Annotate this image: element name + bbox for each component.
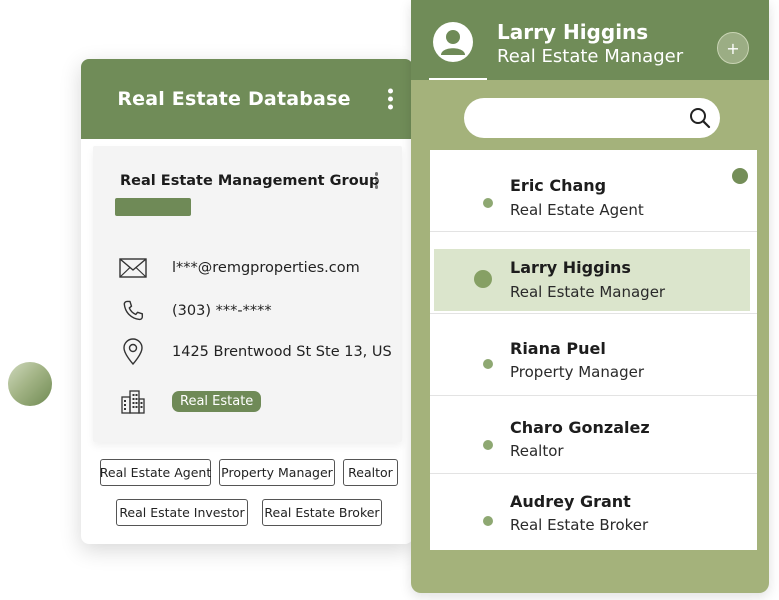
contact-role: Real Estate Manager (510, 283, 666, 301)
contact-item-eric-chang[interactable]: Eric Chang Real Estate Agent (430, 150, 757, 230)
contact-role: Real Estate Broker (510, 516, 649, 534)
contact-name: Larry Higgins (510, 258, 631, 277)
kebab-menu-icon[interactable] (388, 88, 393, 110)
address-row: 1425 Brentwood St Ste 13, US (119, 338, 392, 366)
search-input[interactable] (464, 98, 680, 138)
category-badge[interactable]: Real Estate (172, 391, 262, 412)
company-kebab-menu-icon[interactable] (374, 172, 378, 189)
plus-icon: + (726, 38, 740, 58)
contact-role: Property Manager (510, 363, 644, 381)
mail-icon (119, 254, 147, 282)
panel-header: Larry Higgins Real Estate Manager + (411, 0, 769, 80)
search-icon[interactable] (680, 98, 720, 138)
contact-status-dot (483, 198, 493, 208)
location-pin-icon (119, 338, 147, 366)
contact-status-dot (474, 270, 492, 288)
building-icon (119, 388, 147, 416)
contact-role: Realtor (510, 442, 564, 460)
email-text: l***@remgproperties.com (172, 260, 360, 276)
real-estate-database-card: Real Estate Database Real Estate Managem… (81, 59, 413, 544)
chip-real-estate-agent[interactable]: Real Estate Agent (100, 459, 211, 486)
chip-property-manager[interactable]: Property Manager (219, 459, 335, 486)
add-contact-button[interactable]: + (717, 32, 749, 64)
chip-real-estate-broker[interactable]: Real Estate Broker (262, 499, 382, 526)
contact-status-dot (483, 516, 493, 526)
user-avatar-icon[interactable] (433, 22, 473, 62)
company-details: Real Estate Management Group l***@remgpr… (93, 146, 402, 442)
database-header: Real Estate Database (81, 59, 413, 139)
category-row: Real Estate (119, 388, 262, 416)
contact-status-dot (483, 440, 493, 450)
company-name: Real Estate Management Group (120, 173, 380, 189)
contact-list: Eric Chang Real Estate Agent Larry Higgi… (430, 150, 757, 550)
company-tag-bar (115, 198, 191, 216)
contact-item-charo-gonzalez[interactable]: Charo Gonzalez Realtor (430, 396, 757, 473)
contact-status-dot (483, 359, 493, 369)
header-underline (429, 78, 487, 80)
chip-real-estate-investor[interactable]: Real Estate Investor (116, 499, 248, 526)
phone-icon (119, 297, 147, 325)
contact-item-audrey-grant[interactable]: Audrey Grant Real Estate Broker (430, 474, 757, 550)
contact-role: Real Estate Agent (510, 201, 644, 219)
contact-item-riana-puel[interactable]: Riana Puel Property Manager (430, 314, 757, 394)
phone-text: (303) ***-**** (172, 303, 272, 319)
contact-name: Audrey Grant (510, 492, 631, 511)
phone-row: (303) ***-**** (119, 297, 272, 325)
contact-name: Riana Puel (510, 339, 606, 358)
search-box (464, 98, 720, 138)
database-title: Real Estate Database (117, 88, 351, 110)
chip-realtor[interactable]: Realtor (343, 459, 398, 486)
contact-name: Charo Gonzalez (510, 418, 650, 437)
current-user-name: Larry Higgins (497, 20, 649, 44)
contact-name: Eric Chang (510, 176, 607, 195)
contacts-panel: Larry Higgins Real Estate Manager + Eric… (411, 0, 769, 593)
contact-item-larry-higgins[interactable]: Larry Higgins Real Estate Manager (430, 232, 757, 312)
current-user-role: Real Estate Manager (497, 46, 684, 67)
decorative-circle (8, 362, 52, 406)
email-row: l***@remgproperties.com (119, 254, 360, 282)
address-text: 1425 Brentwood St Ste 13, US (172, 344, 392, 360)
